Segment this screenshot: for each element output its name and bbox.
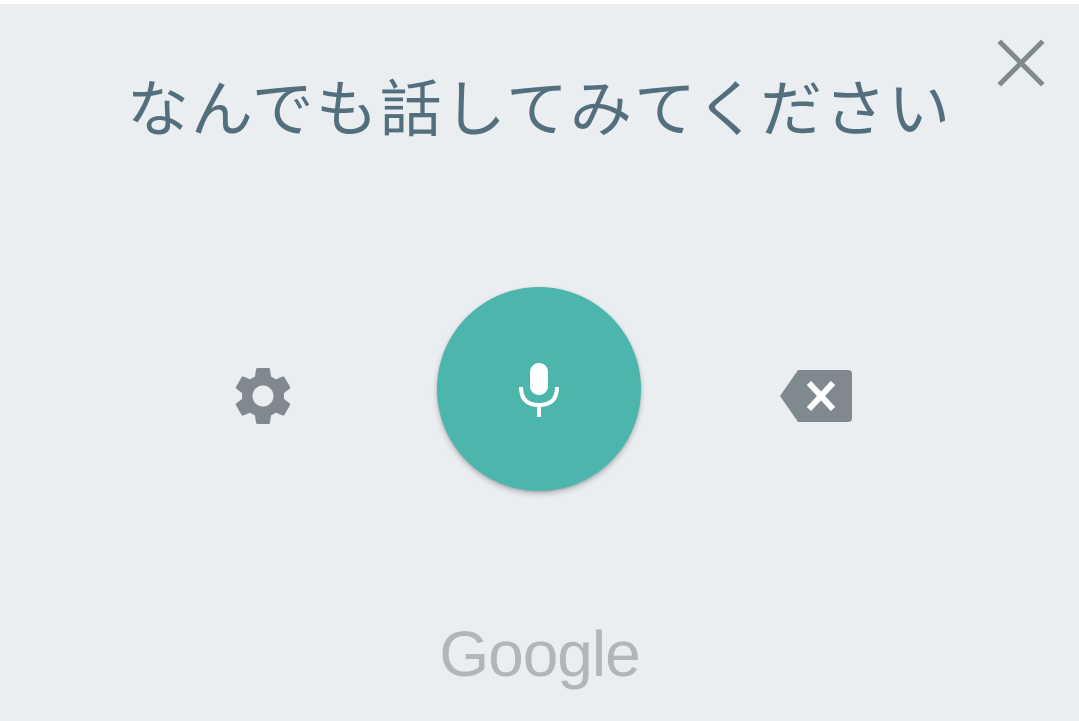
backspace-icon xyxy=(780,370,852,422)
microphone-icon xyxy=(519,363,559,417)
microphone-button[interactable] xyxy=(437,287,641,491)
settings-button[interactable] xyxy=(228,361,298,431)
voice-input-panel: なんでも話してみてください Google xyxy=(0,4,1079,721)
gear-icon xyxy=(235,368,291,424)
google-logo-text: Google xyxy=(439,618,640,690)
voice-prompt-text: なんでも話してみてください xyxy=(126,73,953,146)
backspace-button[interactable] xyxy=(776,364,856,428)
